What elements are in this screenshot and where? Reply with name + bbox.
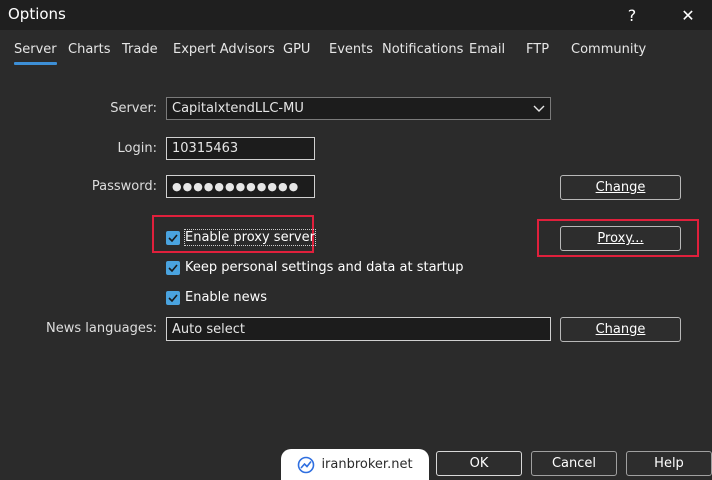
tab-ftp[interactable]: FTP — [526, 42, 549, 57]
tab-expert-advisors[interactable]: Expert Advisors — [173, 42, 275, 57]
keep-settings-checkbox[interactable]: Keep personal settings and data at start… — [166, 260, 463, 275]
close-icon: ✕ — [681, 5, 695, 25]
news-languages-field[interactable]: Auto select — [166, 317, 551, 341]
tab-gpu[interactable]: GPU — [283, 42, 310, 57]
cancel-label: Cancel — [551, 456, 597, 471]
cancel-button[interactable]: Cancel — [531, 451, 617, 476]
keep-settings-label: Keep personal settings and data at start… — [185, 260, 464, 275]
tab-events[interactable]: Events — [329, 42, 373, 57]
help-title-button[interactable]: ? — [614, 0, 650, 30]
news-languages-label: News languages: — [46, 321, 157, 336]
title-bar: Options ? ✕ — [0, 0, 712, 30]
help-button[interactable]: Help — [626, 451, 712, 476]
ok-label: OK — [469, 456, 489, 471]
tab-charts[interactable]: Charts — [68, 42, 111, 57]
question-mark-icon: ? — [627, 5, 637, 25]
chart-logo-icon — [297, 456, 315, 474]
server-select[interactable]: CapitalxtendLLC-MU — [166, 97, 551, 120]
login-label: Login: — [117, 141, 157, 156]
tab-server[interactable]: Server — [14, 42, 57, 65]
help-label: Help — [654, 456, 684, 471]
tab-trade[interactable]: Trade — [122, 42, 158, 57]
tab-community[interactable]: Community — [571, 42, 646, 57]
change-news-button[interactable]: Change — [560, 317, 681, 342]
login-value: 10315463 — [172, 141, 239, 156]
watermark-text: iranbroker.net — [321, 457, 413, 472]
tab-bar: Server Charts Trade Expert Advisors GPU … — [0, 38, 712, 68]
close-button[interactable]: ✕ — [670, 0, 706, 30]
chevron-down-icon[interactable] — [528, 98, 550, 119]
change-password-button[interactable]: Change — [560, 175, 681, 200]
tab-email[interactable]: Email — [469, 42, 505, 57]
change-password-label: Change — [595, 180, 646, 195]
news-languages-value: Auto select — [172, 321, 245, 337]
tab-notifications[interactable]: Notifications — [382, 42, 463, 57]
proxy-button-label: Proxy... — [597, 231, 644, 246]
password-label: Password: — [91, 179, 157, 194]
watermark-badge: iranbroker.net — [281, 449, 429, 480]
checkmark-icon — [166, 230, 180, 245]
enable-proxy-label: Enable proxy server — [184, 229, 316, 246]
checkmark-icon — [166, 290, 180, 305]
server-value: CapitalxtendLLC-MU — [172, 101, 304, 116]
options-dialog: Options ? ✕ Server Charts Trade Expert A… — [0, 0, 712, 480]
enable-news-label: Enable news — [185, 290, 268, 305]
password-value: ●●●●●●●●●●●● — [172, 180, 300, 193]
enable-news-checkbox[interactable]: Enable news — [166, 290, 267, 305]
checkmark-icon — [166, 260, 180, 275]
window-title: Options — [8, 5, 66, 23]
enable-proxy-checkbox[interactable]: Enable proxy server — [166, 229, 316, 246]
password-field[interactable]: ●●●●●●●●●●●● — [166, 175, 315, 198]
ok-button[interactable]: OK — [436, 451, 522, 476]
login-field[interactable]: 10315463 — [166, 137, 315, 160]
server-label: Server: — [110, 101, 157, 116]
change-news-label: Change — [595, 322, 646, 337]
proxy-button[interactable]: Proxy... — [560, 226, 681, 251]
